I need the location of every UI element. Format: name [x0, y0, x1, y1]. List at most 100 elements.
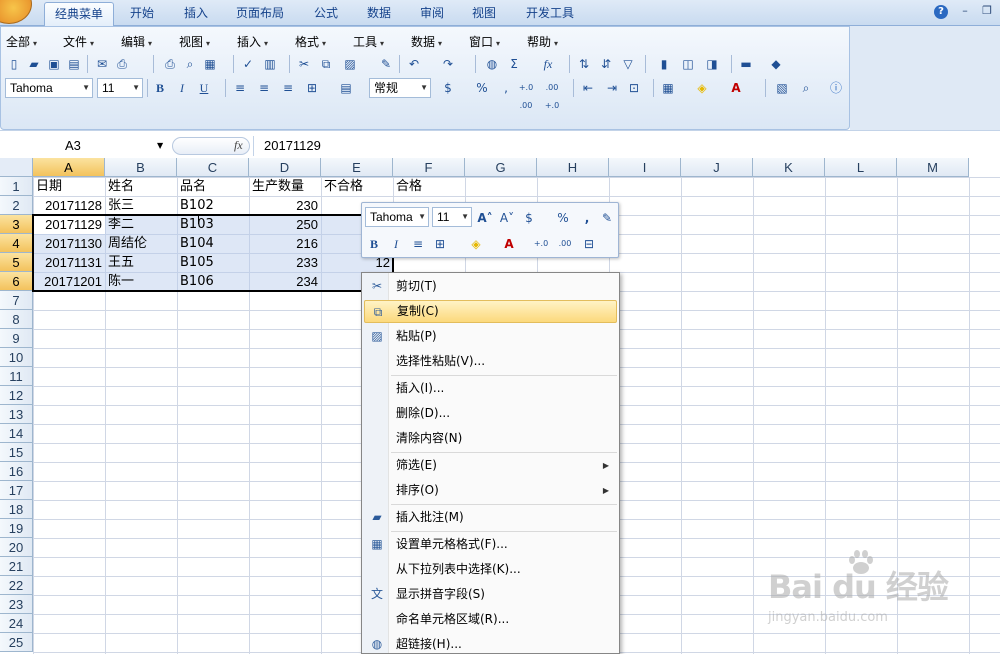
context-menu-item[interactable]: 文显示拼音字段(S)	[364, 583, 617, 606]
row-header-11[interactable]: 11	[0, 367, 33, 386]
mini-merge-icon[interactable]: ⊟	[580, 235, 598, 253]
context-menu-item[interactable]: ◍ 超链接(H)...	[364, 633, 617, 654]
column-header-j[interactable]: J	[681, 158, 753, 177]
cell-a4[interactable]: 20171130	[33, 234, 105, 253]
cell-e1[interactable]: 不合格	[321, 177, 393, 196]
cell-b3[interactable]: 李二	[105, 215, 177, 234]
decrease-decimal-button[interactable]: .00 +.0	[543, 79, 561, 110]
cell-c6[interactable]: B106	[177, 272, 249, 291]
research-book-icon[interactable]: ▥	[261, 55, 279, 73]
copy-icon[interactable]: ⧉	[317, 55, 335, 73]
cell-a3[interactable]: 20171129	[33, 215, 105, 234]
new-file-icon[interactable]: ▯	[5, 55, 23, 73]
cell-d6[interactable]: 234	[249, 272, 321, 291]
row-header-22[interactable]: 22	[0, 576, 33, 595]
cell-c5[interactable]: B105	[177, 253, 249, 272]
tab-data[interactable]: 数据	[357, 2, 401, 26]
menu-data[interactable]: 数据 ▾	[411, 33, 442, 50]
borders-icon[interactable]: ⊡	[625, 79, 643, 97]
mini-font-name-combo[interactable]: Tahoma ▼	[365, 207, 429, 227]
sort-descending-icon[interactable]: ⇵	[597, 55, 615, 73]
tab-review[interactable]: 审阅	[410, 2, 454, 26]
context-menu-item[interactable]: 清除内容(N)	[364, 427, 617, 450]
autosum-icon[interactable]: Σ	[505, 55, 523, 73]
context-menu-item[interactable]: ▰ 插入批注(M)	[364, 506, 617, 529]
row-header-19[interactable]: 19	[0, 519, 33, 538]
tab-developer[interactable]: 开发工具	[516, 2, 584, 26]
cell-borders-icon[interactable]: ▦	[659, 79, 677, 97]
row-header-20[interactable]: 20	[0, 538, 33, 557]
row-header-7[interactable]: 7	[0, 291, 33, 310]
cell-a5[interactable]: 20171131	[33, 253, 105, 272]
currency-icon[interactable]: $	[439, 79, 457, 97]
cell-b6[interactable]: 陈一	[105, 272, 177, 291]
menu-tools[interactable]: 工具 ▾	[353, 33, 384, 50]
italic-button[interactable]: I	[173, 79, 191, 97]
align-left-icon[interactable]: ≡	[231, 79, 249, 97]
column-header-a[interactable]: A	[33, 158, 105, 177]
row-header-3[interactable]: 3	[0, 215, 33, 234]
decrease-indent-icon[interactable]: ⇤	[579, 79, 597, 97]
cell-c3[interactable]: B103	[177, 215, 249, 234]
shrink-font-icon[interactable]: A˅	[498, 209, 516, 227]
paste-icon[interactable]: ▨	[341, 55, 359, 73]
column-header-l[interactable]: L	[825, 158, 897, 177]
cell-a6[interactable]: 20171201	[33, 272, 105, 291]
hyperlink-icon[interactable]: ◍	[483, 55, 501, 73]
context-menu-item[interactable]: 从下拉列表中选择(K)...	[364, 558, 617, 581]
menu-file[interactable]: 文件 ▾	[63, 33, 94, 50]
number-format-combo[interactable]: 常规 ▼	[369, 78, 431, 98]
increase-decimal-button[interactable]: +.0 .00	[517, 79, 535, 110]
context-menu-item[interactable]: 排序(O) ▶	[364, 479, 617, 502]
row-header-13[interactable]: 13	[0, 405, 33, 424]
office-button[interactable]	[0, 0, 32, 24]
row-header-16[interactable]: 16	[0, 462, 33, 481]
context-menu-item[interactable]: ▦ 设置单元格格式(F)...	[364, 533, 617, 556]
formula-input[interactable]: 20171129	[253, 136, 1000, 156]
menu-help[interactable]: 帮助 ▾	[527, 33, 558, 50]
insert-function-icon[interactable]: fx	[539, 55, 557, 73]
spelling-icon[interactable]: ✓	[239, 55, 257, 73]
context-menu-item[interactable]: 选择性粘贴(V)...	[364, 350, 617, 373]
cell-b2[interactable]: 张三	[105, 196, 177, 215]
zoom-icon[interactable]: ◨	[703, 55, 721, 73]
context-menu-item[interactable]: 插入(I)...	[364, 377, 617, 400]
font-name-combo[interactable]: Tahoma ▼	[5, 78, 93, 98]
filter-icon[interactable]: ▽	[619, 55, 637, 73]
context-menu-item[interactable]: 删除(D)...	[364, 402, 617, 425]
tab-page-layout[interactable]: 页面布局	[226, 2, 294, 26]
row-header-9[interactable]: 9	[0, 329, 33, 348]
cell-c2[interactable]: B102	[177, 196, 249, 215]
mini-font-color-icon[interactable]: A	[500, 235, 518, 253]
align-right-icon[interactable]: ≡	[279, 79, 297, 97]
row-header-23[interactable]: 23	[0, 595, 33, 614]
menu-insert[interactable]: 插入 ▾	[237, 33, 268, 50]
cell-d4[interactable]: 216	[249, 234, 321, 253]
cell-b4[interactable]: 周结伦	[105, 234, 177, 253]
preview-icon[interactable]: ⌕	[181, 55, 199, 73]
select-all-corner[interactable]	[0, 158, 33, 177]
column-header-e[interactable]: E	[321, 158, 393, 177]
menu-all[interactable]: 全部 ▾	[6, 33, 37, 50]
row-header-5[interactable]: 5	[0, 253, 33, 272]
print-preview-icon[interactable]: ⎙	[113, 55, 131, 73]
comma-button[interactable]: ,	[497, 79, 515, 97]
mini-increase-decimal-icon[interactable]: +.0	[532, 235, 550, 253]
cell-c4[interactable]: B104	[177, 234, 249, 253]
chevron-down-icon[interactable]: ▼	[157, 141, 163, 150]
minimize-icon[interactable]: –	[958, 4, 972, 18]
tab-view[interactable]: 视图	[462, 2, 506, 26]
save-icon[interactable]: ▣	[45, 55, 63, 73]
tab-insert[interactable]: 插入	[174, 2, 218, 26]
format-painter-icon[interactable]: ✎	[598, 209, 616, 227]
mini-decrease-decimal-icon[interactable]: .00	[556, 235, 574, 253]
context-menu-item[interactable]: ⧉ 复制(C)	[364, 300, 617, 323]
row-header-18[interactable]: 18	[0, 500, 33, 519]
row-header-1[interactable]: 1	[0, 177, 33, 196]
bold-button[interactable]: B	[151, 79, 169, 97]
cell-a2[interactable]: 20171128	[33, 196, 105, 215]
row-header-12[interactable]: 12	[0, 386, 33, 405]
open-folder-icon[interactable]: ▰	[25, 55, 43, 73]
fill-color-icon[interactable]: ◈	[693, 79, 711, 97]
menu-edit[interactable]: 编辑 ▾	[121, 33, 152, 50]
